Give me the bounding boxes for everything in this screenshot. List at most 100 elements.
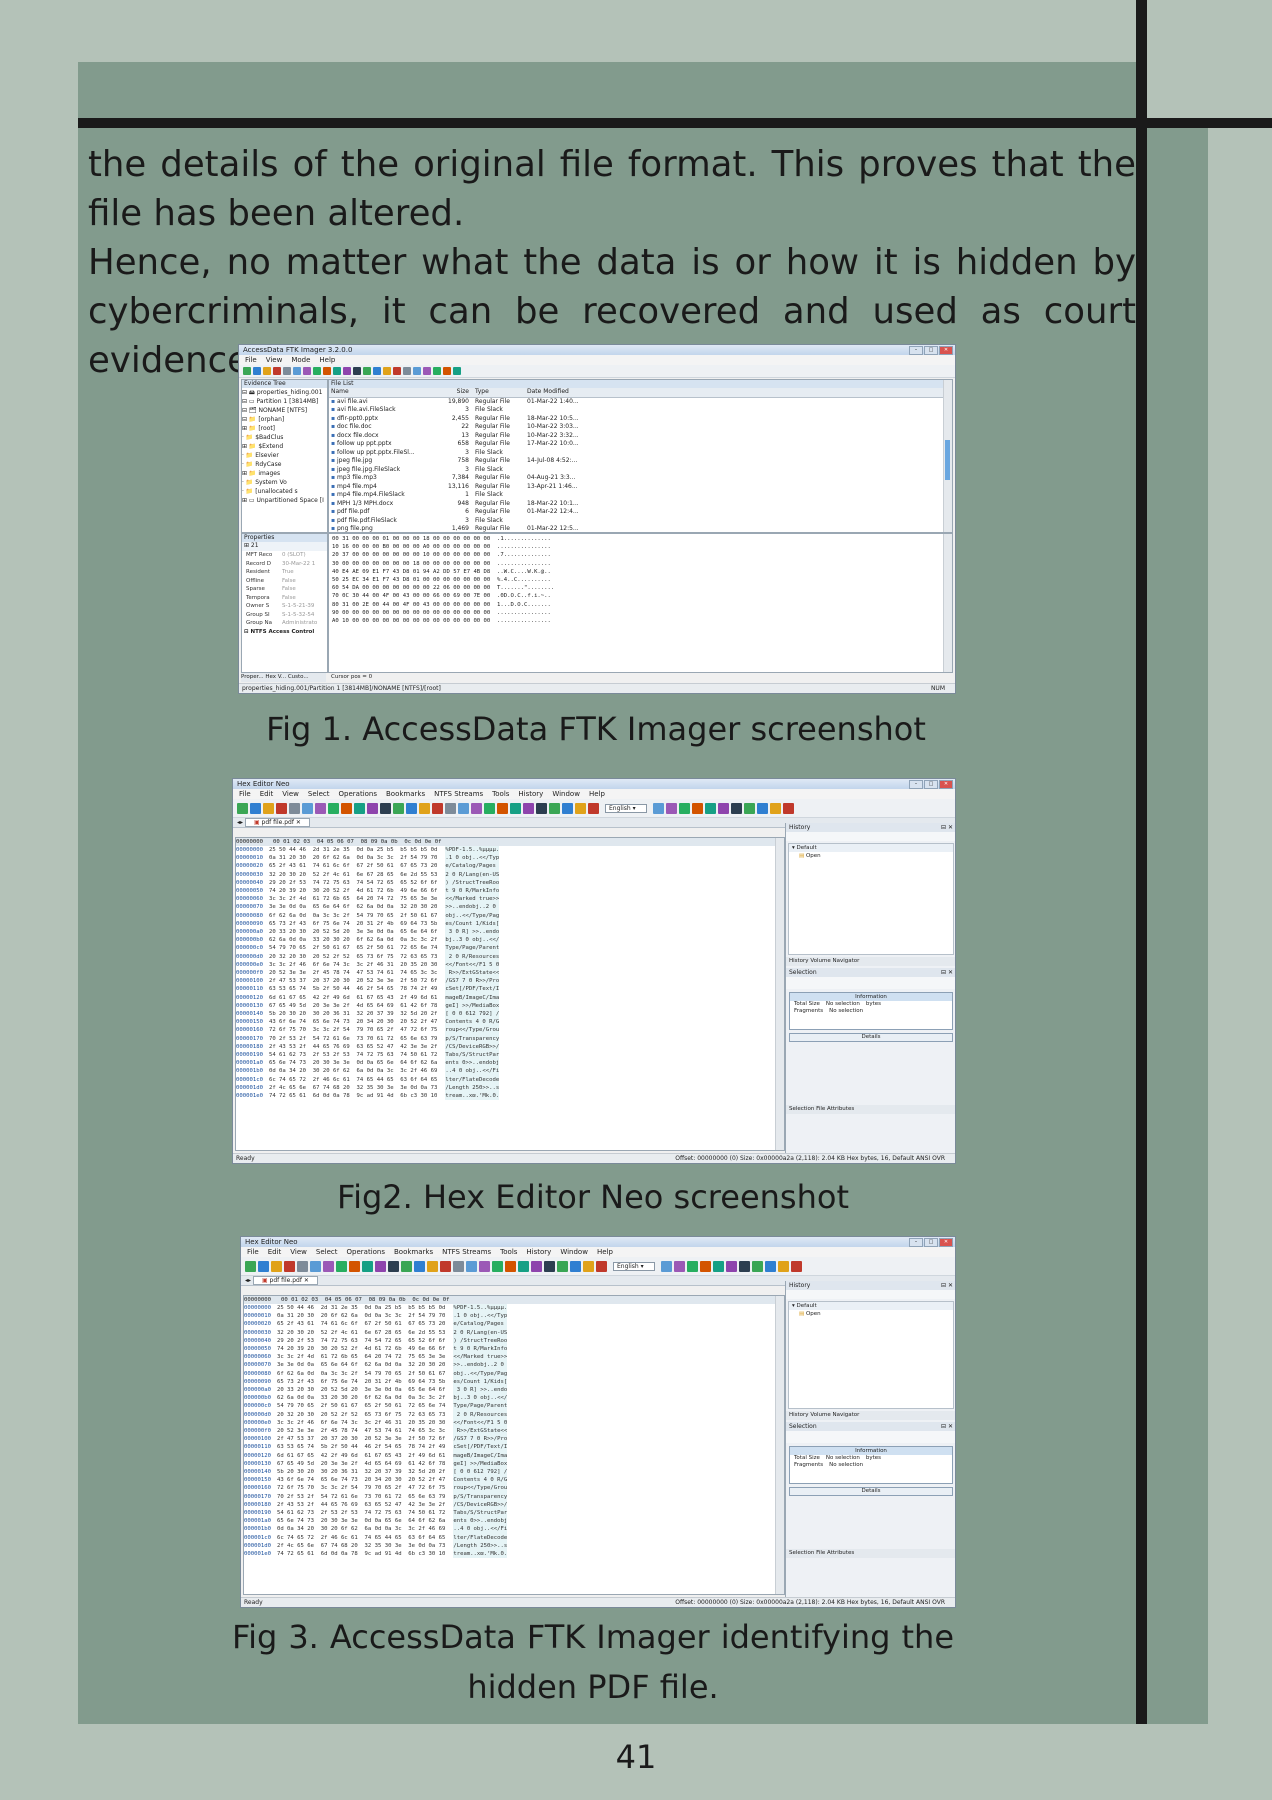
hex-row[interactable]: 000001c0 6c 74 65 72 2f 46 6c 61 74 65 44… (236, 1075, 784, 1084)
hex-row[interactable]: 000001b0 0d 0a 34 20 30 20 6f 62 6a 0d 0a… (236, 1067, 784, 1076)
tree-node[interactable]: · 📁 [unallocated s (242, 487, 327, 496)
toolbar-button-icon[interactable] (243, 367, 251, 375)
file-row[interactable]: ▪ jpeg file.jpg 758 Regular File 14-Jul-08 … (329, 457, 952, 466)
hex-row[interactable]: 00000080 6f 62 6a 0d 0a 3c 3c 2f 54 79 70… (236, 911, 784, 920)
toolbar-button-icon[interactable] (427, 1260, 438, 1272)
toolbar-button-icon[interactable] (704, 802, 716, 814)
toolbar-button-icon[interactable] (531, 1260, 542, 1272)
toolbar-button-icon[interactable] (237, 802, 248, 814)
menu-item[interactable]: View (266, 356, 283, 364)
toolbar-button-icon[interactable] (440, 1260, 451, 1272)
maximize-icon[interactable]: □ (924, 1237, 938, 1247)
hex-row[interactable]: 00000120 6d 61 67 65 42 2f 49 6d 61 67 65… (236, 993, 784, 1002)
toolbar-button-icon[interactable] (297, 1260, 308, 1272)
toolbar-button-icon[interactable] (432, 802, 443, 814)
tab-pdf-file[interactable]: ▣ pdf file.pdf ✕ (252, 1276, 318, 1285)
toolbar-button-icon[interactable] (250, 802, 261, 814)
hex-row[interactable]: 00000090 65 73 2f 43 6f 75 6e 74 20 31 2f… (236, 919, 784, 929)
menu-item[interactable]: File (245, 356, 257, 364)
tree-node[interactable]: ⊞ ▭ Unpartitioned Space [I (242, 496, 327, 505)
file-row[interactable]: ▪ avi file.avi 19,890 Regular File 01-Mar-2… (329, 398, 952, 407)
toolbar-button-icon[interactable] (562, 802, 573, 814)
toolbar-button-icon[interactable] (303, 367, 311, 375)
toolbar-button-icon[interactable] (423, 367, 431, 375)
file-row[interactable]: ▪ follow up ppt.pptx 658 Regular File 17-Ma… (329, 440, 952, 449)
file-row[interactable]: ▪ pdf file.pdf 6 Regular File 01-Mar-22 12:… (329, 508, 952, 517)
details-button[interactable]: Details (789, 1487, 953, 1496)
menu-item[interactable]: NTFS Streams (442, 1248, 491, 1256)
close-icon[interactable]: ✕ (939, 779, 953, 789)
toolbar-button-icon[interactable] (276, 802, 287, 814)
tree-node[interactable]: ⊞ 📁 [root] (242, 424, 327, 433)
hex-row[interactable]: 00000040 29 20 2f 53 74 72 75 63 74 54 72… (244, 1336, 784, 1346)
hex-row[interactable]: 000000c0 54 79 70 65 2f 50 61 67 65 2f 50… (244, 1402, 784, 1411)
hex-row[interactable]: 00000060 3c 3c 2f 4d 61 72 6b 65 64 20 74… (244, 1353, 784, 1362)
toolbar-button-icon[interactable] (293, 367, 301, 375)
toolbar-button-icon[interactable] (245, 1260, 256, 1272)
toolbar-button-icon[interactable] (743, 802, 755, 814)
toolbar-button-icon[interactable] (497, 802, 508, 814)
toolbar-button-icon[interactable] (588, 802, 599, 814)
toolbar-button-icon[interactable] (263, 802, 274, 814)
history-default[interactable]: ▾ Default (789, 844, 953, 852)
menu-item[interactable]: History (526, 1248, 551, 1256)
toolbar-button-icon[interactable] (536, 802, 547, 814)
menu-item[interactable]: Tools (492, 790, 509, 798)
toolbar-button-icon[interactable] (712, 1260, 724, 1272)
hex-row[interactable]: 000001b0 0d 0a 34 20 30 20 6f 62 6a 0d 0a… (244, 1525, 784, 1534)
hex-row[interactable]: 00000120 6d 61 67 65 42 2f 49 6d 61 67 65… (244, 1451, 784, 1460)
hex-row[interactable]: 000001c0 6c 74 65 72 2f 46 6c 61 74 65 44… (244, 1533, 784, 1542)
toolbar-button-icon[interactable] (660, 1260, 672, 1272)
toolbar-button-icon[interactable] (769, 802, 781, 814)
history-tabs[interactable]: History Volume Navigator (786, 957, 955, 966)
toolbar-button-icon[interactable] (401, 1260, 412, 1272)
hex-row[interactable]: 00000080 6f 62 6a 0d 0a 3c 3c 2f 54 79 70… (244, 1369, 784, 1378)
toolbar-button-icon[interactable] (678, 802, 690, 814)
toolbar-button-icon[interactable] (557, 1260, 568, 1272)
toolbar-button-icon[interactable] (596, 1260, 607, 1272)
language-select[interactable]: English ▾ (613, 1261, 655, 1271)
selection-tabs[interactable]: Selection File Attributes (786, 1549, 955, 1558)
toolbar-button-icon[interactable] (349, 1260, 360, 1272)
hex-row[interactable]: 000000e0 3c 3c 2f 46 6f 6e 74 3c 3c 2f 46… (236, 960, 784, 970)
toolbar-button-icon[interactable] (652, 802, 664, 814)
toolbar-button-icon[interactable] (790, 1260, 802, 1272)
hex-row[interactable]: 00000130 67 65 49 5d 20 3e 3e 2f 4d 65 64… (244, 1459, 784, 1469)
toolbar-button-icon[interactable] (523, 802, 534, 814)
hex-viewer-scrollbar[interactable] (943, 534, 952, 672)
file-row[interactable]: ▪ pdf file.pdf.FileSlack 3 File Slack (329, 517, 952, 526)
tree-node[interactable]: ⊟ 🖴 properties_hiding.001 (242, 388, 327, 397)
toolbar-button-icon[interactable] (665, 802, 677, 814)
menu-item[interactable]: History (518, 790, 543, 798)
tree-node[interactable]: · 📁 $BadClus (242, 433, 327, 442)
toolbar-button-icon[interactable] (323, 367, 331, 375)
hex-row[interactable]: 00000140 5b 20 30 20 30 20 36 31 32 20 37… (236, 1010, 784, 1019)
toolbar-button-icon[interactable] (414, 1260, 425, 1272)
toolbar-button-icon[interactable] (343, 367, 351, 375)
hex-row[interactable]: 00000050 74 20 39 20 30 20 52 2f 4d 61 72… (236, 887, 784, 896)
minimize-icon[interactable]: – (909, 1237, 923, 1247)
history-open[interactable]: ▤ Open (789, 852, 953, 860)
toolbar-button-icon[interactable] (725, 1260, 737, 1272)
toolbar-button-icon[interactable] (253, 367, 261, 375)
tree-node[interactable]: ⊟ 📁 [orphan] (242, 415, 327, 424)
toolbar-button-icon[interactable] (258, 1260, 269, 1272)
toolbar-button-icon[interactable] (383, 367, 391, 375)
toolbar-button-icon[interactable] (273, 367, 281, 375)
menu-item[interactable]: Select (308, 790, 330, 798)
toolbar-button-icon[interactable] (471, 802, 482, 814)
toolbar-button-icon[interactable] (782, 802, 794, 814)
toolbar-button-icon[interactable] (686, 1260, 698, 1272)
hex-row[interactable]: 000001e0 74 72 65 61 6d 0d 0a 78 9c ad 91… (244, 1550, 784, 1559)
close-icon[interactable]: ✕ (939, 1237, 953, 1247)
menu-item[interactable]: NTFS Streams (434, 790, 483, 798)
menu-item[interactable]: Help (589, 790, 605, 798)
hex-row[interactable]: 00000020 65 2f 43 61 74 61 6c 6f 67 2f 50… (244, 1320, 784, 1329)
toolbar-button-icon[interactable] (353, 367, 361, 375)
menu-item[interactable]: Bookmarks (386, 790, 425, 798)
properties-tabs[interactable]: Proper... Hex V... Custo... (241, 673, 326, 682)
hex-row[interactable]: 00000000 25 50 44 46 2d 31 2e 35 0d 0a 25… (236, 846, 784, 855)
toolbar-button-icon[interactable] (284, 1260, 295, 1272)
hex-row[interactable]: 00000160 72 6f 75 70 3c 3c 2f 54 79 70 65… (236, 1026, 784, 1035)
hex-row[interactable]: 00000110 63 53 65 74 5b 2f 50 44 46 2f 54… (236, 985, 784, 994)
